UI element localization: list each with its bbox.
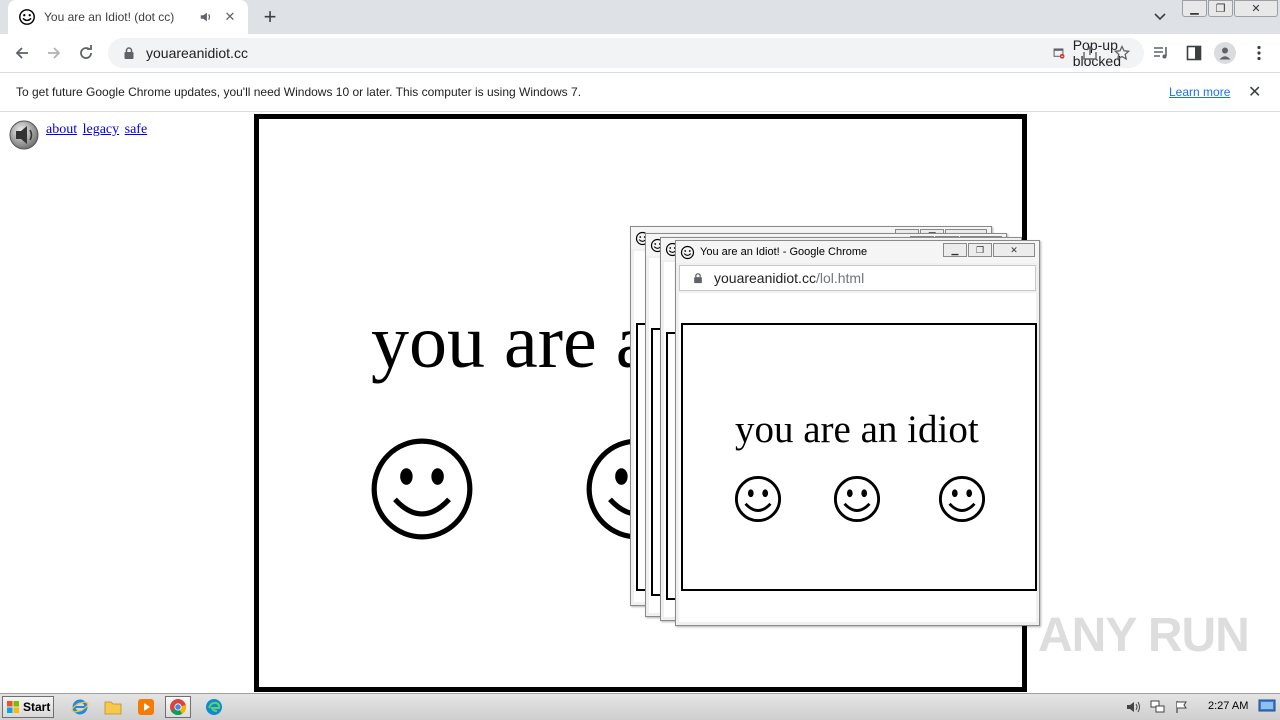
smiley-icon <box>734 475 782 523</box>
tab-strip: You are an Idiot! (dot cc) ✕ + ▁ ❐ ✕ <box>0 0 1280 34</box>
profile-avatar-icon[interactable] <box>1214 42 1236 64</box>
popup-window-title: You are an Idiot! - Google Chrome <box>700 246 868 258</box>
about-link[interactable]: about <box>46 122 77 137</box>
smiley-icon <box>371 438 473 540</box>
back-icon[interactable] <box>10 41 34 65</box>
smiley-favicon-icon <box>680 245 695 259</box>
url-text: youareanidiot.cc <box>146 45 248 61</box>
popup-body: you are an idiot <box>679 293 1037 622</box>
windows-flag-icon <box>7 701 19 713</box>
popup-restore-button[interactable]: ❐ <box>968 243 992 257</box>
anyrun-watermark: ANY RUN <box>1038 609 1250 662</box>
popup-address-bar[interactable]: youareanidiot.cc/lol.html <box>679 265 1036 291</box>
reload-icon[interactable] <box>74 41 98 65</box>
media-controls-icon[interactable] <box>1150 42 1172 64</box>
taskbar-clock: 2:27 AM <box>1208 700 1249 712</box>
tab-audio-icon[interactable] <box>198 9 214 25</box>
tab-close-icon[interactable]: ✕ <box>222 9 238 25</box>
system-tray <box>1122 696 1194 718</box>
popup-window-front[interactable]: You are an Idiot! - Google Chrome ▁ ❐ ✕ … <box>675 240 1040 626</box>
page-content: about legacy safe you are an idiot ▁❐✕ ▁… <box>0 113 1280 693</box>
page-links: about legacy safe <box>46 122 149 138</box>
start-label: Start <box>23 700 51 714</box>
lock-icon <box>124 47 134 59</box>
side-panel-icon[interactable] <box>1183 42 1205 64</box>
close-window-button[interactable]: ✕ <box>1234 0 1278 17</box>
popup-blocked-chip[interactable]: Pop-up blocked <box>1053 37 1144 69</box>
minimize-button[interactable]: ▁ <box>1182 0 1207 17</box>
popup-close-button[interactable]: ✕ <box>993 243 1035 257</box>
menu-kebab-icon[interactable] <box>1248 42 1270 64</box>
windows-taskbar: Start 2:27 AM <box>0 693 1280 720</box>
popup-url-host: youareanidiot.cc <box>714 270 816 286</box>
file-explorer-icon[interactable] <box>100 696 126 718</box>
popup-frame: you are an idiot <box>681 323 1037 591</box>
speaker-icon[interactable] <box>8 119 40 151</box>
window-controls: ▁ ❐ ✕ <box>1182 0 1279 18</box>
infobar-close-icon[interactable]: ✕ <box>1248 82 1261 102</box>
address-bar[interactable]: youareanidiot.cc Pop-up blocked <box>108 37 1144 69</box>
infobar-message: To get future Google Chrome updates, you… <box>16 85 582 99</box>
popup-minimize-button[interactable]: ▁ <box>943 243 967 257</box>
new-tab-button[interactable]: + <box>258 5 282 29</box>
media-player-icon[interactable] <box>133 696 159 718</box>
legacy-link[interactable]: legacy <box>83 122 120 137</box>
lock-icon <box>694 273 702 284</box>
smiley-favicon-icon <box>19 9 35 25</box>
start-button[interactable]: Start <box>2 696 54 718</box>
show-desktop-icon[interactable] <box>1258 697 1276 715</box>
browser-toolbar: youareanidiot.cc Pop-up blocked <box>0 34 1280 72</box>
popup-window-controls: ▁ ❐ ✕ <box>942 243 1035 257</box>
learn-more-link[interactable]: Learn more <box>1169 85 1230 99</box>
browser-tab[interactable]: You are an Idiot! (dot cc) ✕ <box>8 0 248 34</box>
bookmark-star-icon[interactable] <box>1114 45 1130 61</box>
tab-title: You are an Idiot! (dot cc) <box>44 10 175 24</box>
action-center-flag-icon[interactable] <box>1173 698 1191 716</box>
popup-blocked-icon <box>1053 48 1065 59</box>
chrome-taskbar-icon[interactable] <box>165 696 191 718</box>
safe-link[interactable]: safe <box>125 122 148 137</box>
share-icon[interactable] <box>1082 45 1098 61</box>
smiley-icon <box>833 475 881 523</box>
smiley-icon <box>938 475 986 523</box>
forward-icon[interactable] <box>42 41 66 65</box>
internet-explorer-icon[interactable] <box>67 696 93 718</box>
edge-icon[interactable] <box>201 696 227 718</box>
volume-icon[interactable] <box>1125 698 1143 716</box>
restore-button[interactable]: ❐ <box>1208 0 1233 17</box>
tab-search-chevron-icon[interactable] <box>1150 7 1170 27</box>
update-infobar: To get future Google Chrome updates, you… <box>0 72 1280 112</box>
network-icon[interactable] <box>1149 698 1167 716</box>
popup-headline: you are an idiot <box>735 408 979 451</box>
popup-url-path: /lol.html <box>815 270 865 286</box>
